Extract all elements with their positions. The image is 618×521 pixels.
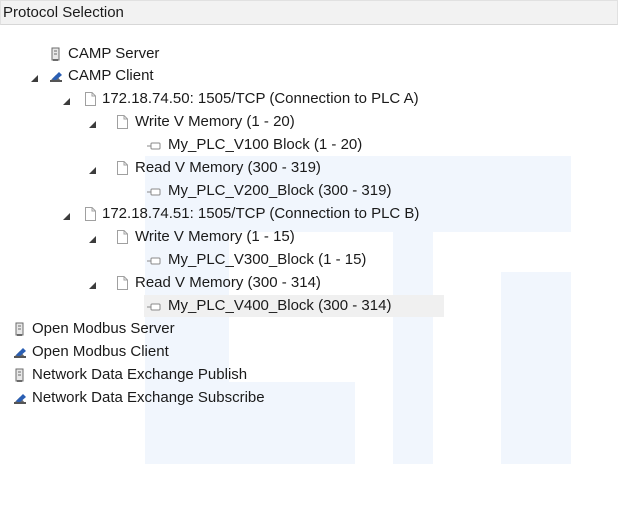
tree-item-label: 172.18.74.51: 1505/TCP (Connection to PL… bbox=[102, 205, 420, 222]
block-icon bbox=[146, 137, 162, 153]
client-icon bbox=[12, 344, 28, 360]
panel-title: Protocol Selection bbox=[3, 4, 124, 21]
tree-item-label: My_PLC_V400_Block (300 - 314) bbox=[168, 297, 392, 314]
tree-item-nde-subscribe[interactable]: Network Data Exchange Subscribe bbox=[0, 387, 618, 409]
server-icon bbox=[12, 321, 28, 337]
protocol-selection-panel: Protocol Selection CAMP Server CAMP Clie… bbox=[0, 0, 618, 521]
tree-item-read-v-memory-b[interactable]: Read V Memory (300 - 314) bbox=[0, 272, 618, 294]
tree-item-label: Open Modbus Server bbox=[32, 320, 175, 337]
expand-toggle-icon[interactable] bbox=[88, 163, 98, 174]
tree-item-open-modbus-server[interactable]: Open Modbus Server bbox=[0, 318, 618, 340]
document-icon bbox=[114, 160, 130, 176]
document-icon bbox=[114, 275, 130, 291]
expand-toggle-icon[interactable] bbox=[30, 71, 40, 82]
tree-item-label: Write V Memory (1 - 15) bbox=[135, 228, 295, 245]
server-icon bbox=[12, 367, 28, 383]
tree-item-label: CAMP Server bbox=[68, 45, 160, 62]
document-icon bbox=[114, 114, 130, 130]
block-icon bbox=[146, 183, 162, 199]
tree-item-label: Read V Memory (300 - 319) bbox=[135, 159, 321, 176]
document-icon bbox=[114, 229, 130, 245]
server-icon bbox=[48, 46, 64, 62]
tree-item-nde-publish[interactable]: Network Data Exchange Publish bbox=[0, 364, 618, 386]
tree-item-label: My_PLC_V300_Block (1 - 15) bbox=[168, 251, 367, 268]
tree-item-connection-plc-b[interactable]: 172.18.74.51: 1505/TCP (Connection to PL… bbox=[0, 203, 618, 225]
block-icon bbox=[146, 252, 162, 268]
tree-item-write-v-memory-b[interactable]: Write V Memory (1 - 15) bbox=[0, 226, 618, 248]
tree-item-camp-server[interactable]: CAMP Server bbox=[0, 43, 618, 65]
tree-item-label: 172.18.74.50: 1505/TCP (Connection to PL… bbox=[102, 90, 419, 107]
tree-item-camp-client[interactable]: CAMP Client bbox=[0, 65, 618, 87]
tree-item-open-modbus-client[interactable]: Open Modbus Client bbox=[0, 341, 618, 363]
tree-item-label: Read V Memory (300 - 314) bbox=[135, 274, 321, 291]
tree-item-connection-plc-a[interactable]: 172.18.74.50: 1505/TCP (Connection to PL… bbox=[0, 88, 618, 110]
expand-toggle-icon[interactable] bbox=[88, 232, 98, 243]
tree-item-label: Network Data Exchange Publish bbox=[32, 366, 248, 383]
tree-item-label: Open Modbus Client bbox=[32, 343, 169, 360]
tree-item-write-v-memory-a[interactable]: Write V Memory (1 - 20) bbox=[0, 111, 618, 133]
tree-item-plc-v400-block[interactable]: My_PLC_V400_Block (300 - 314) bbox=[144, 295, 444, 317]
expand-toggle-icon[interactable] bbox=[88, 278, 98, 289]
client-icon bbox=[48, 68, 64, 84]
tree-item-plc-v300-block[interactable]: My_PLC_V300_Block (1 - 15) bbox=[0, 249, 618, 271]
client-icon bbox=[12, 390, 28, 406]
tree-item-read-v-memory-a[interactable]: Read V Memory (300 - 319) bbox=[0, 157, 618, 179]
tree-item-label: Network Data Exchange Subscribe bbox=[32, 389, 265, 406]
tree-item-plc-v100-block[interactable]: My_PLC_V100 Block (1 - 20) bbox=[0, 134, 618, 156]
protocol-tree[interactable]: CAMP Server CAMP Client 172.18.74.50: 15… bbox=[0, 24, 618, 521]
expand-toggle-icon[interactable] bbox=[88, 117, 98, 128]
tree-item-plc-v200-block[interactable]: My_PLC_V200_Block (300 - 319) bbox=[0, 180, 618, 202]
expand-toggle-icon[interactable] bbox=[62, 209, 72, 220]
tree-item-label: Write V Memory (1 - 20) bbox=[135, 113, 295, 130]
tree-item-label: CAMP Client bbox=[68, 67, 154, 84]
document-icon bbox=[82, 206, 98, 222]
panel-header: Protocol Selection bbox=[0, 0, 618, 25]
block-icon bbox=[146, 298, 162, 314]
expand-toggle-icon[interactable] bbox=[62, 94, 72, 105]
tree-item-label: My_PLC_V100 Block (1 - 20) bbox=[168, 136, 363, 153]
tree-item-label: My_PLC_V200_Block (300 - 319) bbox=[168, 182, 392, 199]
document-icon bbox=[82, 91, 98, 107]
